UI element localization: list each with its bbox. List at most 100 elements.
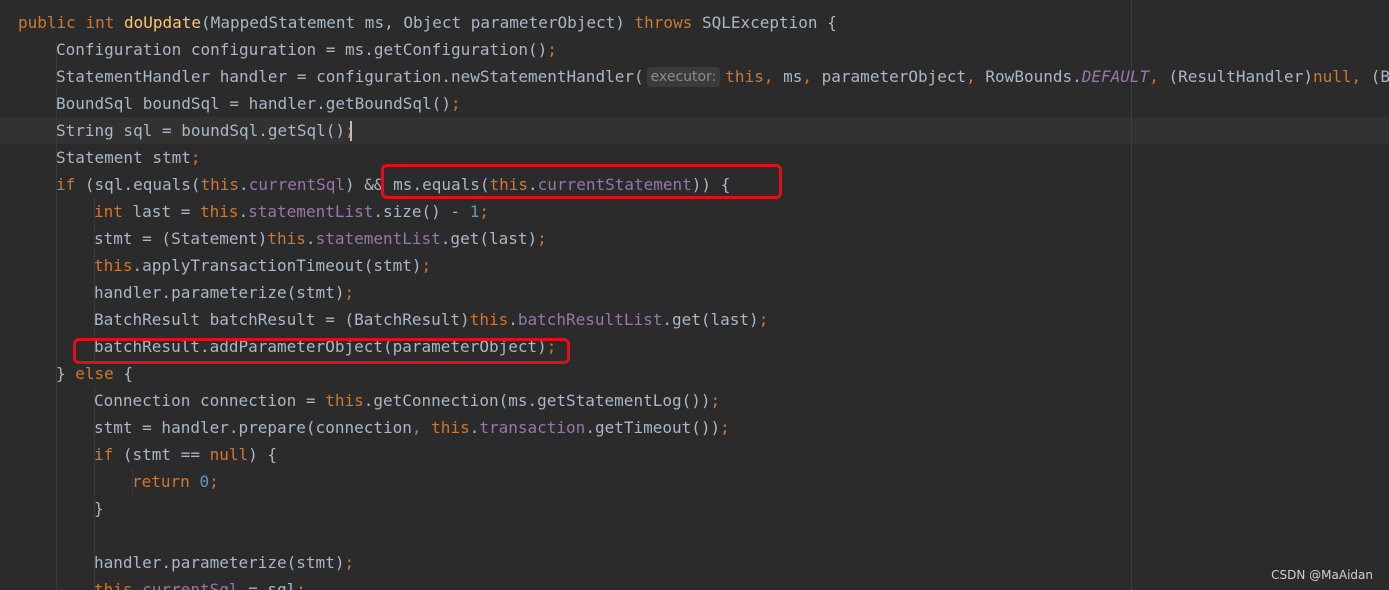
code-line[interactable]: String sql = boundSql.getSql(); xyxy=(56,117,355,144)
code-line[interactable]: if (stmt == null) { xyxy=(94,441,277,468)
code-token: RowBounds. xyxy=(975,67,1082,86)
code-token: } xyxy=(94,499,104,518)
code-token: 0 xyxy=(199,472,210,491)
code-token: ; xyxy=(296,580,306,590)
code-token: if xyxy=(94,445,114,464)
code-token: int xyxy=(85,13,115,32)
text-caret xyxy=(350,121,352,141)
code-token: ; xyxy=(421,256,432,275)
code-token: Connection connection = xyxy=(94,391,326,410)
code-line[interactable]: handler.parameterize(stmt); xyxy=(94,549,354,576)
code-line[interactable]: BatchResult batchResult = (BatchResult)t… xyxy=(94,306,768,333)
code-line[interactable]: stmt = handler.prepare(connection, this.… xyxy=(94,414,730,441)
code-token: null xyxy=(209,445,249,464)
code-token: doUpdate xyxy=(123,13,202,32)
code-token: (MappedStatement ms, Object parameterObj… xyxy=(201,13,635,32)
parameter-hint: executor: xyxy=(646,67,721,87)
code-token: BatchResult batchResult = (BatchResult) xyxy=(94,310,470,329)
code-line[interactable]: Statement stmt; xyxy=(56,144,201,171)
code-token: StatementHandler handler = configuration… xyxy=(56,67,644,86)
code-line[interactable]: handler.parameterize(stmt); xyxy=(94,279,354,306)
code-token: handler.parameterize(stmt) xyxy=(94,283,345,302)
code-line[interactable]: BoundSql boundSql = handler.getBoundSql(… xyxy=(56,90,461,117)
code-token: .size() - xyxy=(373,202,470,221)
code-token: this xyxy=(94,256,133,275)
code-token: . xyxy=(508,310,518,329)
code-token: currentSql xyxy=(142,580,239,590)
code-token: public xyxy=(18,13,76,32)
code-line[interactable]: } xyxy=(94,495,104,522)
code-token: .get(last) xyxy=(662,310,759,329)
code-token: { xyxy=(113,364,134,383)
code-token: ; xyxy=(190,148,201,167)
highlight-box-add-parameter-object xyxy=(73,338,570,364)
code-token: ; xyxy=(710,391,721,410)
code-token: statementList xyxy=(315,229,441,248)
code-token: ) { xyxy=(248,445,278,464)
code-token: int xyxy=(94,202,123,221)
code-token: ; xyxy=(344,553,355,572)
code-token: . xyxy=(305,229,316,248)
code-line[interactable]: return 0; xyxy=(132,468,219,495)
code-token: .getTimeout()) xyxy=(585,418,721,437)
code-token: .get(last) xyxy=(440,229,538,248)
code-token: stmt = (Statement) xyxy=(94,229,268,248)
code-token: this xyxy=(431,418,470,437)
code-token: this xyxy=(94,580,133,590)
code-token: String sql = boundSql.getSql() xyxy=(56,121,345,140)
code-token: batchResultList xyxy=(517,310,663,329)
code-token: this xyxy=(725,67,764,86)
code-token: transaction xyxy=(479,418,586,437)
code-token: null xyxy=(1312,67,1352,86)
code-token: ms xyxy=(773,67,803,86)
code-token: ; xyxy=(344,283,355,302)
code-token: currentSql xyxy=(248,175,345,194)
code-token: this xyxy=(199,202,239,221)
code-token: . xyxy=(469,418,480,437)
code-token: BoundSql boundSql = handler.getBoundSql(… xyxy=(56,94,451,113)
code-token: . xyxy=(132,580,143,590)
watermark: CSDN @MaAidan xyxy=(1271,568,1373,582)
code-token: last = xyxy=(122,202,200,221)
code-token: ; xyxy=(758,310,769,329)
code-token: , xyxy=(1351,67,1362,86)
code-editor[interactable]: public int doUpdate(MappedStatement ms, … xyxy=(0,0,1389,590)
code-line[interactable]: public int doUpdate(MappedStatement ms, … xyxy=(18,9,837,36)
code-token: , xyxy=(1149,67,1159,86)
code-token: this xyxy=(200,175,240,194)
code-line[interactable]: stmt = (Statement)this.statementList.get… xyxy=(94,225,547,252)
code-line[interactable]: this.applyTransactionTimeout(stmt); xyxy=(94,252,431,279)
code-token: (ResultHandler) xyxy=(1158,67,1313,86)
code-token: SQLException { xyxy=(692,13,837,32)
code-token: this xyxy=(325,391,364,410)
code-line[interactable]: } else { xyxy=(56,360,133,387)
code-token: = sql xyxy=(238,580,297,590)
code-token: Configuration configuration = ms.getConf… xyxy=(56,40,548,59)
code-token: } xyxy=(56,364,76,383)
code-token: else xyxy=(75,364,114,383)
code-token: ; xyxy=(479,202,489,221)
code-token: parameterObject xyxy=(812,67,967,86)
code-token: ; xyxy=(537,229,547,248)
code-token: (stmt == xyxy=(113,445,210,464)
code-line[interactable]: this.currentSql = sql; xyxy=(94,576,306,590)
code-token: ; xyxy=(720,418,730,437)
code-token: ; xyxy=(450,94,461,113)
code-token: this xyxy=(469,310,509,329)
code-line[interactable]: int last = this.statementList.size() - 1… xyxy=(94,198,489,225)
code-token: (Bo xyxy=(1370,67,1389,86)
code-token: return xyxy=(132,472,190,491)
code-token: statementList xyxy=(248,202,374,221)
code-line[interactable]: StatementHandler handler = configuration… xyxy=(56,63,1389,90)
code-line[interactable]: Connection connection = this.getConnecti… xyxy=(94,387,720,414)
code-line[interactable]: Configuration configuration = ms.getConf… xyxy=(56,36,557,63)
code-token: ; xyxy=(547,40,557,59)
code-token: (sql.equals( xyxy=(75,175,201,194)
code-token: , xyxy=(411,418,422,437)
code-token: ; xyxy=(209,472,219,491)
code-token: .getConnection(ms.getStatementLog()) xyxy=(363,391,711,410)
